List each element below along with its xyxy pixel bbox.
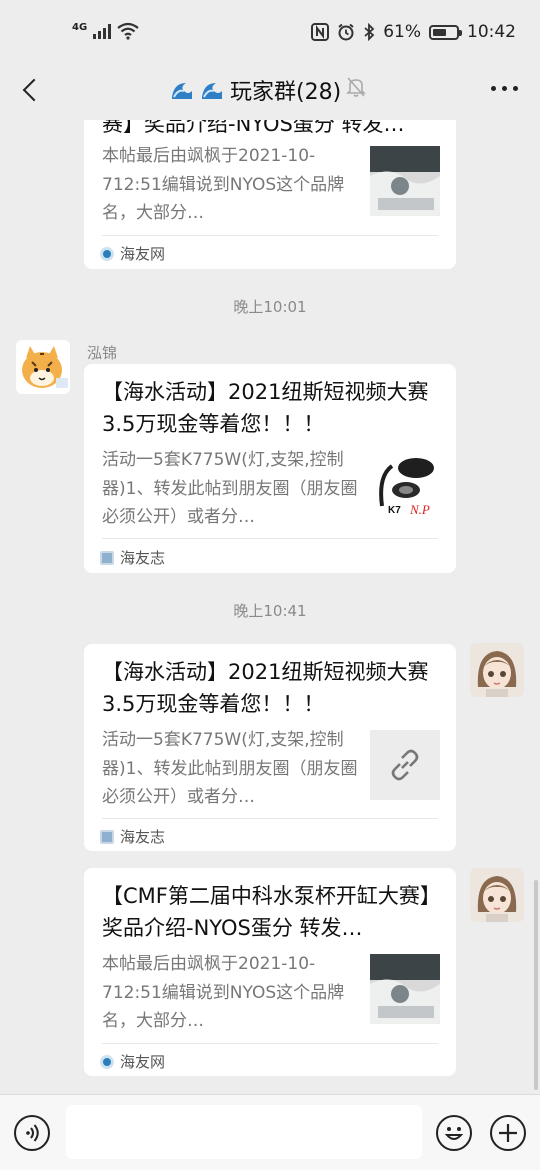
- sender-name: 泓锦: [87, 344, 118, 362]
- plus-icon: [499, 1124, 517, 1142]
- card-title: 【海水活动】2021纽斯短视频大赛 3.5万现金等着您！！！: [102, 660, 429, 716]
- source-name: 海友网: [120, 1053, 166, 1071]
- link-card[interactable]: 赛】奖品介绍-NYOS蛋分 转发… 本帖最后由飒枫于2021-10-712:51…: [84, 120, 456, 269]
- card-title: 【海水活动】2021纽斯短视频大赛 3.5万现金等着您！！！: [102, 380, 429, 436]
- wave-emoji-icon: [202, 83, 222, 99]
- source-logo-icon: [100, 1054, 114, 1069]
- my-avatar[interactable]: [470, 868, 524, 922]
- status-right: 61% 10:42: [311, 22, 516, 42]
- card-title: 【CMF第二届中科水泵杯开缸大赛】奖品介绍-NYOS蛋分 转发…: [102, 884, 441, 940]
- chat-header: 玩家群(28): [0, 64, 540, 120]
- card-divider: [102, 538, 438, 539]
- card-description: 本帖最后由飒枫于2021-10-712:51编辑说到NYOS这个品牌名，大部分…: [102, 146, 345, 223]
- card-source: 海友网: [100, 1051, 165, 1072]
- link-card[interactable]: 【海水活动】2021纽斯短视频大赛 3.5万现金等着您！！！ 活动一5套K775…: [84, 364, 456, 573]
- card-title: 赛】奖品介绍-NYOS蛋分 转发…: [102, 120, 405, 136]
- battery-icon: [429, 24, 462, 40]
- alarm-icon: [338, 23, 354, 41]
- message-input[interactable]: [66, 1105, 422, 1159]
- link-card[interactable]: 【CMF第二届中科水泵杯开缸大赛】奖品介绍-NYOS蛋分 转发… 本帖最后由飒枫…: [84, 868, 456, 1076]
- chat-title: 玩家群(28): [170, 74, 341, 106]
- source-logo-icon: [100, 550, 114, 565]
- source-name: 海友志: [120, 549, 166, 567]
- link-card[interactable]: 【海水活动】2021纽斯短视频大赛 3.5万现金等着您！！！ 活动一5套K775…: [84, 644, 456, 851]
- voice-button[interactable]: [14, 1115, 50, 1151]
- source-logo-icon: [100, 829, 114, 844]
- card-divider: [102, 235, 438, 236]
- smile-icon: [444, 1127, 464, 1140]
- bluetooth-icon: [364, 23, 375, 41]
- scrollbar[interactable]: [534, 880, 538, 1090]
- voice-icon: [26, 1124, 39, 1142]
- wifi-icon: [117, 22, 139, 40]
- wave-emoji-icon: [172, 83, 192, 99]
- chat-title-text: 玩家群(28): [230, 80, 342, 105]
- thumb-k7-text: K7: [388, 505, 401, 516]
- source-name: 海友志: [120, 828, 166, 846]
- input-bar: [0, 1094, 540, 1170]
- status-left: 4G: [72, 22, 139, 40]
- source-name: 海友网: [120, 245, 166, 263]
- mute-bell-icon: [346, 77, 366, 97]
- card-description: 本帖最后由飒枫于2021-10-712:51编辑说到NYOS这个品牌名，大部分…: [102, 954, 345, 1031]
- status-bar: 4G 61% 10:42: [0, 0, 540, 64]
- add-button[interactable]: [490, 1115, 526, 1151]
- chat-area[interactable]: 赛】奖品介绍-NYOS蛋分 转发… 本帖最后由飒枫于2021-10-712:51…: [0, 120, 540, 1094]
- card-source: 海友志: [100, 826, 165, 847]
- network-label: 4G: [72, 21, 88, 33]
- battery-percent: 61%: [383, 22, 421, 42]
- my-avatar[interactable]: [470, 643, 524, 697]
- nfc-icon: [311, 23, 330, 41]
- card-source: 海友网: [100, 243, 165, 264]
- more-button[interactable]: [491, 86, 518, 91]
- card-description: 活动一5套K775W(灯,支架,控制器)1、转发此帖到朋友圈（朋友圈必须公开）或…: [102, 450, 358, 527]
- card-divider: [102, 1043, 438, 1044]
- back-button[interactable]: [12, 70, 48, 110]
- link-thumbnail: [370, 730, 440, 800]
- card-source: 海友志: [100, 547, 165, 568]
- card-thumbnail: [370, 146, 440, 216]
- card-thumbnail: [370, 954, 440, 1024]
- card-divider: [102, 818, 438, 819]
- timestamp: 晚上10:41: [233, 602, 307, 620]
- signal-icon: [93, 23, 112, 39]
- timestamp: 晚上10:01: [233, 298, 307, 316]
- card-thumbnail: K7 N.P: [370, 450, 440, 520]
- thumb-np-text: N.P: [409, 502, 430, 517]
- source-logo-icon: [100, 246, 114, 261]
- emoji-button[interactable]: [436, 1115, 472, 1151]
- link-icon: [391, 749, 419, 781]
- card-description: 活动一5套K775W(灯,支架,控制器)1、转发此帖到朋友圈（朋友圈必须公开）或…: [102, 730, 358, 807]
- sender-avatar[interactable]: [16, 340, 70, 394]
- clock: 10:42: [467, 22, 516, 42]
